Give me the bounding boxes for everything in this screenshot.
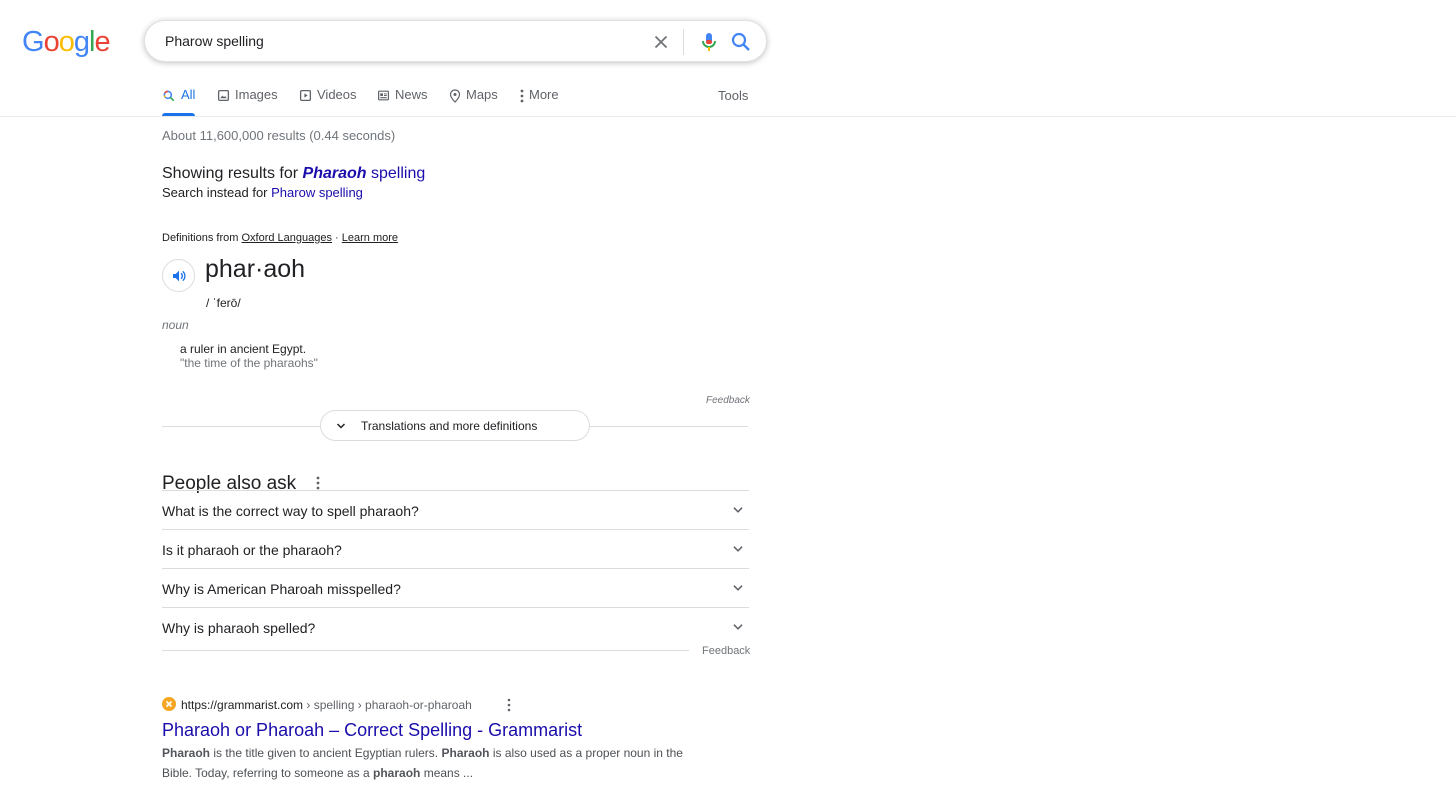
snippet-keyword: Pharaoh <box>162 746 211 760</box>
tab-news[interactable]: News <box>377 87 428 117</box>
learn-more-link[interactable]: Learn more <box>342 232 398 244</box>
tools-button[interactable]: Tools <box>718 88 748 103</box>
news-icon <box>378 90 389 101</box>
instead-prefix: Search instead for <box>162 185 272 200</box>
chevron-down-icon <box>336 422 346 429</box>
more-definitions-label: Translations and more definitions <box>361 418 538 433</box>
paa-question[interactable]: Why is pharaoh spelled? <box>162 607 749 646</box>
tab-label: News <box>395 87 428 102</box>
tab-label: Maps <box>466 87 498 102</box>
close-icon[interactable] <box>650 31 672 53</box>
result-url[interactable]: https://grammarist.com › spelling › phar… <box>181 698 472 712</box>
video-icon <box>299 89 312 102</box>
paa-question[interactable]: What is the correct way to spell pharaoh… <box>162 490 749 529</box>
more-definitions-button[interactable]: Translations and more definitions <box>320 410 590 441</box>
snippet-text: means ... <box>420 766 474 780</box>
paa-question[interactable]: Why is American Pharoah misspelled? <box>162 568 749 607</box>
part-of-speech: noun <box>162 318 189 332</box>
search-instead-link[interactable]: Pharow spelling <box>271 185 363 200</box>
snippet-keyword: pharaoh <box>373 766 421 780</box>
snippet-keyword: Pharaoh <box>441 746 490 760</box>
logo-letter: o <box>58 26 75 58</box>
phonetic: / ˈferō/ <box>206 296 241 310</box>
chevron-down-icon <box>733 546 743 552</box>
result-snippet: Pharaoh is the title given to ancient Eg… <box>162 743 702 783</box>
google-logo[interactable]: Google <box>22 26 111 59</box>
search-icon[interactable] <box>729 30 753 54</box>
tab-label: More <box>529 87 559 102</box>
showing-prefix: Showing results for <box>162 165 303 182</box>
tab-label: Images <box>235 87 278 102</box>
spelling-correction: Showing results for Pharaoh spelling <box>162 165 425 183</box>
headword: phar·aoh <box>205 255 306 283</box>
chevron-down-icon <box>733 624 743 630</box>
search-instead: Search instead for Pharow spelling <box>162 185 363 200</box>
source-separator: · <box>332 232 342 244</box>
more-vert-icon <box>520 89 524 103</box>
logo-letter: g <box>73 26 90 58</box>
result-path: › spelling › pharaoh-or-pharoah <box>303 698 472 712</box>
search-box-divider <box>683 29 684 55</box>
definition-text: a ruler in ancient Egypt. <box>180 342 307 356</box>
tab-more[interactable]: More <box>520 87 559 117</box>
paa-feedback-link[interactable]: Feedback <box>702 645 750 657</box>
paa-question[interactable]: Is it pharaoh or the pharaoh? <box>162 529 749 568</box>
paa-question-text: What is the correct way to spell pharaoh… <box>162 503 419 519</box>
corrected-word: Pharaoh <box>302 165 367 182</box>
search-input[interactable] <box>163 30 623 52</box>
paa-bottom-divider <box>162 650 689 651</box>
site-favicon <box>162 697 176 711</box>
logo-letter: o <box>43 26 60 58</box>
snippet-text: is the title given to ancient Egyptian r… <box>210 746 442 760</box>
corrected-query-link[interactable]: Pharaoh spelling <box>303 165 426 182</box>
search-icon <box>163 90 175 102</box>
search-box <box>144 20 767 62</box>
tab-label: Videos <box>317 87 357 102</box>
paa-question-text: Why is pharaoh spelled? <box>162 620 316 636</box>
more-vert-icon[interactable] <box>505 698 513 712</box>
source-prefix: Definitions from <box>162 232 242 244</box>
pronunciation-button[interactable] <box>162 259 195 292</box>
tab-images[interactable]: Images <box>217 87 278 117</box>
more-vert-icon[interactable] <box>312 475 324 491</box>
tab-maps[interactable]: Maps <box>449 87 498 117</box>
map-pin-icon <box>449 89 461 103</box>
image-icon <box>217 89 230 102</box>
chevron-down-icon <box>733 507 743 513</box>
divider-line-right <box>588 426 748 427</box>
result-stats: About 11,600,000 results (0.44 seconds) <box>162 128 396 143</box>
definition-example: "the time of the pharaohs" <box>180 356 318 370</box>
definitions-source: Definitions from Oxford Languages · Lear… <box>162 232 398 244</box>
paa-question-text: Is it pharaoh or the pharaoh? <box>162 542 342 558</box>
header-divider <box>0 116 1456 117</box>
oxford-languages-link[interactable]: Oxford Languages <box>241 232 332 244</box>
result-title-link[interactable]: Pharaoh or Pharoah – Correct Spelling - … <box>162 720 582 741</box>
divider-line-left <box>162 426 322 427</box>
microphone-icon[interactable] <box>697 30 721 54</box>
dictionary-feedback-link[interactable]: Feedback <box>706 395 750 406</box>
logo-letter: e <box>94 26 110 58</box>
logo-letter: G <box>22 26 45 58</box>
paa-question-text: Why is American Pharoah misspelled? <box>162 581 401 597</box>
corrected-rest: spelling <box>366 165 426 182</box>
tab-label: All <box>181 87 196 102</box>
speaker-icon <box>172 270 186 281</box>
tab-videos[interactable]: Videos <box>299 87 357 117</box>
chevron-down-icon <box>733 585 743 591</box>
people-also-ask-list: What is the correct way to spell pharaoh… <box>162 490 749 646</box>
result-domain: https://grammarist.com <box>181 698 304 712</box>
